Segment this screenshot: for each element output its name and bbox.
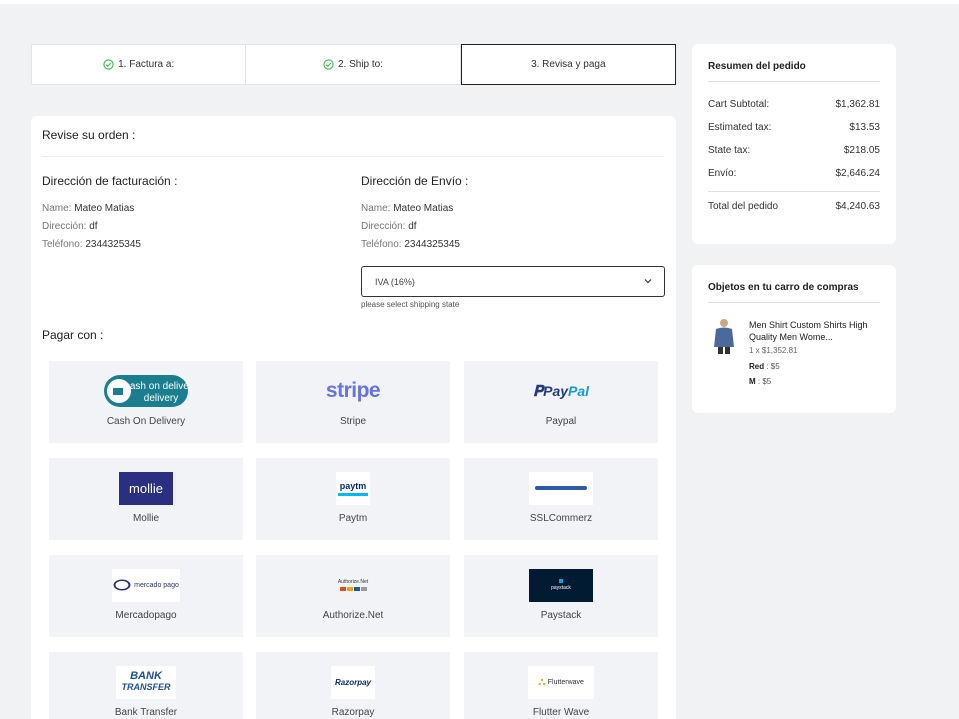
- shipping-address: Dirección de Envío : Name: Mateo Matias …: [361, 174, 661, 254]
- check-icon: [103, 59, 114, 70]
- payment-paypal[interactable]: 𝐏 Pay Pal Paypal: [464, 361, 658, 443]
- billing-address: Dirección de facturación : Name: Mateo M…: [42, 174, 342, 254]
- payment-label: Cash On Delivery: [106, 416, 186, 427]
- sslcommerz-logo: [529, 471, 593, 505]
- summary-row-shipping: Envío: $2,646.24: [708, 168, 880, 179]
- svg-text:delivery: delivery: [144, 393, 178, 404]
- billing-name: Name: Mateo Matias: [42, 203, 135, 214]
- payment-label: Paystack: [540, 610, 582, 621]
- payment-flutterwave[interactable]: ∴ Flutterwave Flutter Wave: [464, 652, 658, 719]
- cart-items: Objetos en tu carro de compras Men Shirt…: [692, 265, 896, 413]
- payment-stripe[interactable]: stripe Stripe: [256, 361, 450, 443]
- razorpay-logo: Razorpay: [331, 665, 375, 699]
- divider: [42, 156, 664, 157]
- payment-mercadopago[interactable]: mercado pago Mercadopago: [49, 555, 243, 637]
- step-label: 3. Revisa y paga: [531, 59, 606, 70]
- payment-bank-transfer[interactable]: BANK TRANSFER Bank Transfer: [49, 652, 243, 719]
- payment-label: Stripe: [339, 416, 367, 427]
- cart-title: Objetos en tu carro de compras: [708, 282, 859, 293]
- paystack-logo: paystack: [529, 568, 593, 602]
- svg-text:cash on delivery: cash on delivery: [125, 381, 189, 392]
- payment-authorize-net[interactable]: Authorize.Net Authorize.Net: [256, 555, 450, 637]
- payment-sslcommerz[interactable]: SSLCommerz: [464, 458, 658, 540]
- top-bar: [0, 0, 959, 4]
- step-billing[interactable]: 1. Factura a:: [31, 44, 247, 85]
- bank-transfer-logo: BANK TRANSFER: [116, 665, 176, 699]
- flutterwave-logo: ∴ Flutterwave: [528, 665, 594, 699]
- divider: [708, 302, 880, 303]
- variant-size: M : $5: [749, 377, 772, 386]
- product-name[interactable]: Men Shirt Custom Shirts High Quality Men…: [749, 319, 887, 343]
- payment-label: Paytm: [338, 513, 368, 524]
- payment-cash-on-delivery[interactable]: cash on delivery delivery Cash On Delive…: [49, 361, 243, 443]
- shipping-name: Name: Mateo Matias: [361, 203, 454, 214]
- summary-row-subtotal: Cart Subtotal: $1,362.81: [708, 99, 880, 110]
- shipping-title: Dirección de Envío :: [361, 174, 469, 188]
- billing-title: Dirección de facturación :: [42, 174, 178, 188]
- payment-label: Razorpay: [331, 707, 375, 718]
- product-thumbnail[interactable]: [711, 318, 737, 354]
- payment-label: Flutter Wave: [532, 707, 590, 718]
- mollie-logo: mollie: [119, 471, 173, 505]
- shipping-state-hint: please select shipping state: [361, 300, 460, 309]
- billing-phone: Teléfono: 2344325345: [42, 239, 141, 250]
- tax-select[interactable]: IVA (16%): [361, 266, 665, 297]
- cash-on-delivery-logo: cash on delivery delivery: [103, 374, 189, 408]
- step-label: 1. Factura a:: [118, 59, 175, 70]
- divider: [708, 81, 880, 82]
- shipping-phone: Teléfono: 2344325345: [361, 239, 460, 250]
- variant-color: Red : $5: [749, 362, 780, 371]
- step-shipping[interactable]: 2. Ship to:: [246, 44, 461, 85]
- step-review-pay[interactable]: 3. Revisa y paga: [460, 44, 676, 85]
- stripe-logo: stripe: [325, 379, 381, 402]
- check-icon: [323, 59, 334, 70]
- payment-label: Mollie: [132, 513, 160, 524]
- review-panel: Revise su orden : Dirección de facturaci…: [31, 116, 676, 719]
- payment-label: Mercadopago: [115, 610, 177, 621]
- payment-label: Bank Transfer: [114, 707, 178, 718]
- checkout-steps: 1. Factura a: 2. Ship to: 3. Revisa y pa…: [31, 44, 676, 85]
- summary-row-total: Total del pedido $4,240.63: [708, 201, 880, 212]
- billing-street: Dirección: df: [42, 221, 98, 232]
- payment-mollie[interactable]: mollie Mollie: [49, 458, 243, 540]
- payment-razorpay[interactable]: Razorpay Razorpay: [256, 652, 450, 719]
- paypal-logo: 𝐏 Pay Pal: [532, 382, 590, 400]
- payment-label: Authorize.Net: [322, 610, 384, 621]
- summary-row-state-tax: State tax: $218.05: [708, 145, 880, 156]
- mercadopago-logo: mercado pago: [112, 568, 180, 602]
- review-title: Revise su orden :: [42, 128, 136, 142]
- authorize-net-logo: Authorize.Net: [333, 568, 373, 602]
- product-quantity-price: 1 x $1,352.81: [749, 346, 798, 355]
- tax-select-value: IVA (16%): [375, 276, 415, 287]
- summary-row-estimated-tax: Estimated tax: $13.53: [708, 122, 880, 133]
- summary-title: Resumen del pedido: [708, 61, 806, 72]
- divider: [708, 191, 880, 192]
- chevron-down-icon: [643, 276, 653, 288]
- pay-with-title: Pagar con :: [42, 328, 104, 342]
- payment-label: SSLCommerz: [529, 513, 593, 524]
- step-label: 2. Ship to:: [337, 59, 383, 70]
- payment-paystack[interactable]: paystack Paystack: [464, 555, 658, 637]
- shipping-street: Dirección: df: [361, 221, 417, 232]
- paytm-logo: paytm: [336, 471, 370, 505]
- payment-paytm[interactable]: paytm Paytm: [256, 458, 450, 540]
- order-summary: Resumen del pedido Cart Subtotal: $1,362.…: [692, 44, 896, 244]
- payment-label: Paypal: [545, 416, 577, 427]
